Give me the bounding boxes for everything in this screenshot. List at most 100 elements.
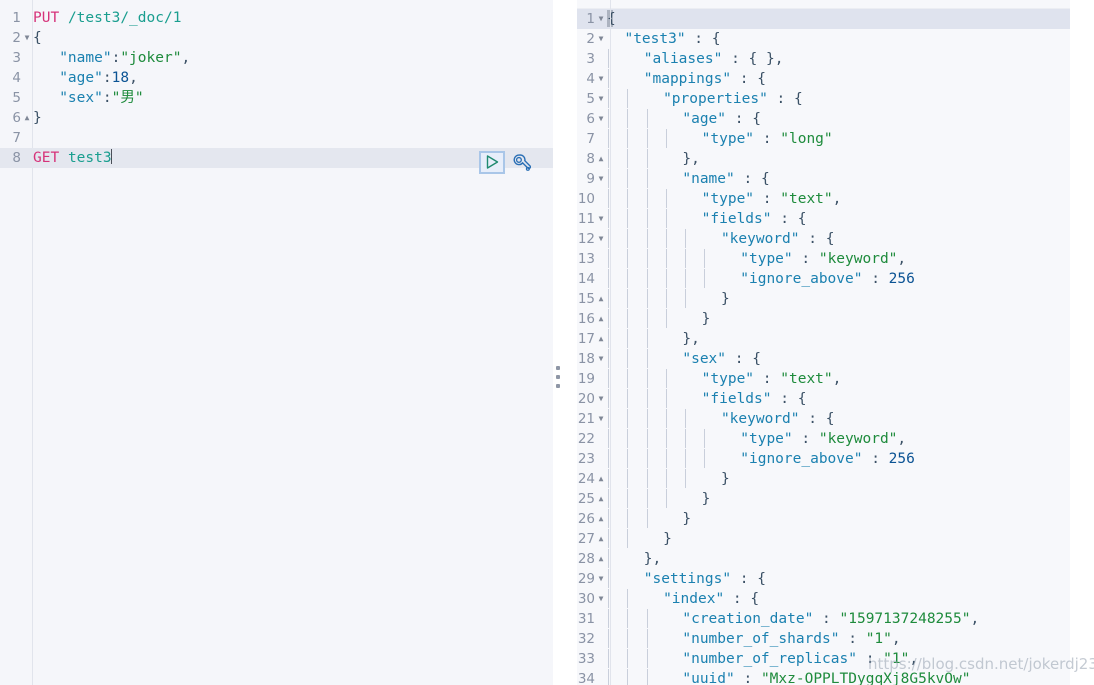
code-line[interactable]: 6 "age" : { bbox=[553, 109, 1070, 129]
code-token-punct: } bbox=[682, 511, 692, 527]
code-line[interactable]: 5 "properties" : { bbox=[553, 89, 1070, 109]
fold-toggle-close[interactable] bbox=[595, 309, 607, 329]
response-editor-pane[interactable]: 1{2 "test3" : {3 "aliases" : { },4 "mapp… bbox=[553, 0, 1070, 685]
code-line[interactable]: 15 } bbox=[553, 289, 1070, 309]
fold-toggle-open[interactable] bbox=[595, 349, 607, 369]
fold-toggle-open[interactable] bbox=[595, 9, 607, 29]
fold-toggle-open[interactable] bbox=[21, 28, 33, 48]
fold-toggle-close[interactable] bbox=[595, 509, 607, 529]
fold-toggle-open[interactable] bbox=[595, 589, 607, 609]
code-line[interactable]: 21 "keyword" : { bbox=[553, 409, 1070, 429]
indent-guide bbox=[646, 129, 665, 149]
code-line[interactable]: 24 } bbox=[553, 469, 1070, 489]
request-editor-lines[interactable]: 1PUT /test3/_doc/12{3 "name":"joker",4 "… bbox=[0, 8, 553, 168]
response-editor-lines[interactable]: 1{2 "test3" : {3 "aliases" : { },4 "mapp… bbox=[553, 9, 1070, 685]
code-line[interactable]: 7 bbox=[0, 128, 553, 148]
code-line[interactable]: 6} bbox=[0, 108, 553, 128]
code-token-str: "joker" bbox=[120, 50, 182, 66]
code-content: "creation_date" : "1597137248255", bbox=[607, 609, 1070, 629]
fold-toggle-close[interactable] bbox=[595, 489, 607, 509]
fold-toggle-open[interactable] bbox=[595, 409, 607, 429]
fold-toggle-open[interactable] bbox=[595, 69, 607, 89]
fold-toggle-open[interactable] bbox=[595, 29, 607, 49]
code-line[interactable]: 17 }, bbox=[553, 329, 1070, 349]
fold-toggle-close[interactable] bbox=[595, 289, 607, 309]
code-token-key: "properties" bbox=[663, 91, 768, 107]
code-line[interactable]: 29 "settings" : { bbox=[553, 569, 1070, 589]
indent-guide bbox=[703, 449, 722, 469]
indent-guide bbox=[626, 309, 645, 329]
code-line[interactable]: 8 GET test3 bbox=[0, 148, 553, 168]
code-line[interactable]: 22 "type" : "keyword", bbox=[553, 429, 1070, 449]
code-line[interactable]: 4 "age":18, bbox=[0, 68, 553, 88]
code-line[interactable]: 7 "type" : "long" bbox=[553, 129, 1070, 149]
code-content: "type" : "long" bbox=[607, 129, 1070, 149]
code-line[interactable]: 16 } bbox=[553, 309, 1070, 329]
code-line[interactable]: 1{ bbox=[553, 9, 1070, 29]
splitter-drag-handle[interactable] bbox=[556, 366, 560, 388]
fold-toggle-close[interactable] bbox=[595, 549, 607, 569]
code-line[interactable]: 8 }, bbox=[553, 149, 1070, 169]
fold-toggle-close[interactable] bbox=[595, 469, 607, 489]
request-actions-widget[interactable] bbox=[479, 150, 551, 174]
code-token-key: "fields" bbox=[701, 211, 772, 227]
code-line[interactable]: 3 "name":"joker", bbox=[0, 48, 553, 68]
code-line[interactable]: 23 "ignore_above" : 256 bbox=[553, 449, 1070, 469]
code-token-punct: } bbox=[701, 491, 711, 507]
code-line[interactable]: 18 "sex" : { bbox=[553, 349, 1070, 369]
code-line[interactable]: 2 "test3" : { bbox=[553, 29, 1070, 49]
code-line[interactable]: 1 PUT /test3/_doc/1 bbox=[0, 8, 553, 28]
code-content: } bbox=[607, 509, 1070, 529]
code-line[interactable]: 32 "number_of_shards" : "1", bbox=[553, 629, 1070, 649]
code-line[interactable]: 25 } bbox=[553, 489, 1070, 509]
code-token-str: "long" bbox=[780, 131, 833, 147]
code-line[interactable]: 4 "mappings" : { bbox=[553, 69, 1070, 89]
fold-toggle-close[interactable] bbox=[595, 329, 607, 349]
fold-toggle-close[interactable] bbox=[595, 149, 607, 169]
request-editor-pane[interactable]: 1PUT /test3/_doc/12{3 "name":"joker",4 "… bbox=[0, 0, 553, 685]
fold-toggle-open[interactable] bbox=[595, 569, 607, 589]
indent-pad bbox=[665, 171, 682, 187]
indent-pad bbox=[703, 231, 720, 247]
code-line[interactable]: 19 "type" : "text", bbox=[553, 369, 1070, 389]
pane-splitter[interactable] bbox=[553, 0, 577, 685]
indent-guide bbox=[646, 469, 665, 489]
fold-toggle-open[interactable] bbox=[595, 389, 607, 409]
code-line[interactable]: 10 "type" : "text", bbox=[553, 189, 1070, 209]
indent-guide bbox=[626, 169, 645, 189]
code-token-punct: : bbox=[792, 251, 819, 267]
fold-toggle-open[interactable] bbox=[595, 89, 607, 109]
indent-guide bbox=[665, 249, 684, 269]
code-line[interactable]: 13 "type" : "keyword", bbox=[553, 249, 1070, 269]
code-line[interactable]: 3 "aliases" : { }, bbox=[553, 49, 1070, 69]
fold-toggle-open[interactable] bbox=[595, 109, 607, 129]
code-line[interactable]: 31 "creation_date" : "1597137248255", bbox=[553, 609, 1070, 629]
code-line[interactable]: 30 "index" : { bbox=[553, 589, 1070, 609]
code-line[interactable]: 26 } bbox=[553, 509, 1070, 529]
fold-toggle-open[interactable] bbox=[595, 209, 607, 229]
code-content: }, bbox=[607, 549, 1070, 569]
code-line[interactable]: 20 "fields" : { bbox=[553, 389, 1070, 409]
code-token-key: "number_of_replicas" bbox=[682, 651, 857, 667]
code-content: "test3" : { bbox=[607, 29, 1070, 49]
code-line[interactable]: 2{ bbox=[0, 28, 553, 48]
fold-toggle-close[interactable] bbox=[595, 529, 607, 549]
fold-toggle-close[interactable] bbox=[21, 108, 33, 128]
code-line[interactable]: 28 }, bbox=[553, 549, 1070, 569]
code-line[interactable]: 5 "sex":"男" bbox=[0, 88, 553, 108]
code-token-punct: }, bbox=[682, 151, 700, 167]
indent-pad bbox=[684, 491, 701, 507]
code-line[interactable]: 14 "ignore_above" : 256 bbox=[553, 269, 1070, 289]
code-line[interactable]: 11 "fields" : { bbox=[553, 209, 1070, 229]
code-line[interactable]: 34 "uuid" : "Mxz-OPPLTDygqXj8G5kvOw" bbox=[553, 669, 1070, 685]
indent-guide bbox=[626, 329, 645, 349]
request-options-button[interactable] bbox=[509, 151, 533, 174]
fold-toggle-open[interactable] bbox=[595, 229, 607, 249]
code-line[interactable]: 27 } bbox=[553, 529, 1070, 549]
code-line[interactable]: 33 "number_of_replicas" : "1", bbox=[553, 649, 1070, 669]
code-line[interactable]: 9 "name" : { bbox=[553, 169, 1070, 189]
fold-toggle-open[interactable] bbox=[595, 169, 607, 189]
code-line[interactable]: 12 "keyword" : { bbox=[553, 229, 1070, 249]
run-request-button[interactable] bbox=[479, 150, 505, 174]
